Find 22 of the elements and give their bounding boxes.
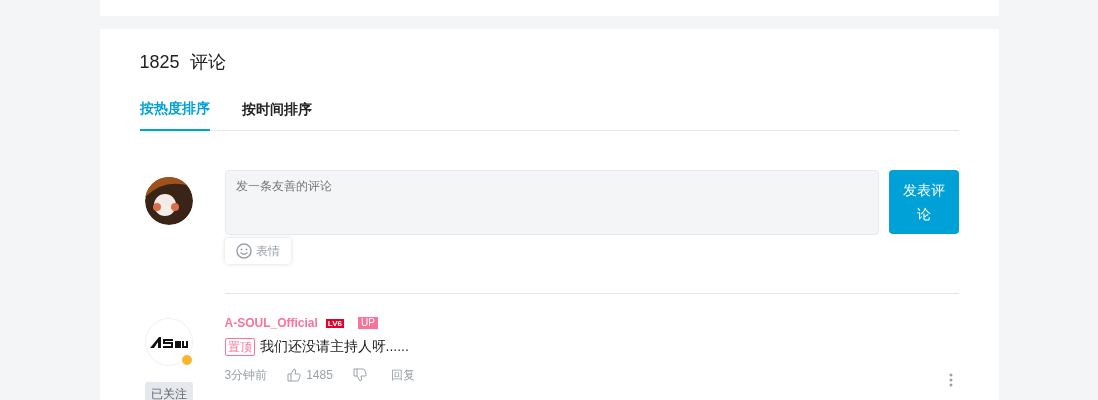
comment-input[interactable]: 发一条友善的评论 xyxy=(224,170,879,235)
follow-button[interactable]: 已关注 xyxy=(144,382,193,400)
comment-text: 我们还没请主持人呀...... xyxy=(259,337,409,356)
sort-tab[interactable]: 按时间排序 xyxy=(241,98,312,130)
like-count: 1485 xyxy=(306,367,333,384)
comment-count: 1825 xyxy=(139,51,180,74)
pinned-tag: 置顶 xyxy=(224,337,255,356)
reply-link[interactable]: 回复 xyxy=(390,366,415,384)
emoji-button[interactable]: 表情 xyxy=(224,238,291,264)
username[interactable]: A-SOUL_Official xyxy=(224,314,318,332)
avatar xyxy=(144,177,193,225)
more-icon[interactable] xyxy=(948,373,953,387)
level-badge: LV6 xyxy=(325,318,344,328)
smiley-icon xyxy=(235,243,252,259)
up-badge: UP xyxy=(357,317,378,329)
section-title: 评论 xyxy=(189,51,226,74)
logo-icon xyxy=(148,335,189,349)
submit-button[interactable]: 发表评论 xyxy=(888,170,959,234)
thumbs-up-icon[interactable] xyxy=(287,368,302,382)
thumbs-down-icon[interactable] xyxy=(352,368,367,382)
sort-tab[interactable]: 按热度排序 xyxy=(139,98,210,131)
comment-time: 3分钟前 xyxy=(224,367,268,384)
